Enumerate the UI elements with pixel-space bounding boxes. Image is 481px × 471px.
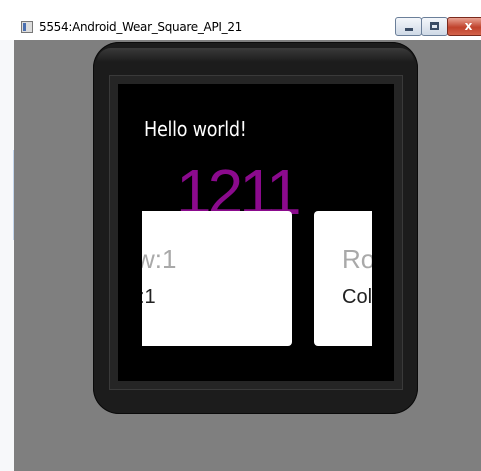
card-title: Ro (342, 244, 372, 274)
maximize-icon (430, 22, 439, 30)
emulator-app-icon (21, 21, 33, 33)
window-left-edge (0, 40, 14, 471)
maximize-button[interactable] (421, 17, 448, 36)
window-controls: x (395, 17, 481, 36)
card-title: w:1 (142, 244, 177, 274)
hello-world-text: Hello world! (144, 117, 247, 141)
card-2[interactable]: Ro Col (314, 211, 372, 346)
minimize-icon (405, 28, 413, 31)
card-text: Col (342, 286, 372, 308)
close-icon: x (464, 19, 473, 33)
watch-screen[interactable]: Hello world! 1211 w:1 :1 Ro Col (118, 84, 394, 381)
close-button[interactable]: x (447, 17, 481, 36)
window-title: 5554:Android_Wear_Square_API_21 (39, 20, 243, 34)
card-1[interactable]: w:1 :1 (142, 211, 292, 346)
card-text: :1 (142, 286, 156, 308)
minimize-button[interactable] (395, 17, 422, 36)
window-titlebar[interactable]: 5554:Android_Wear_Square_API_21 x (14, 14, 481, 40)
